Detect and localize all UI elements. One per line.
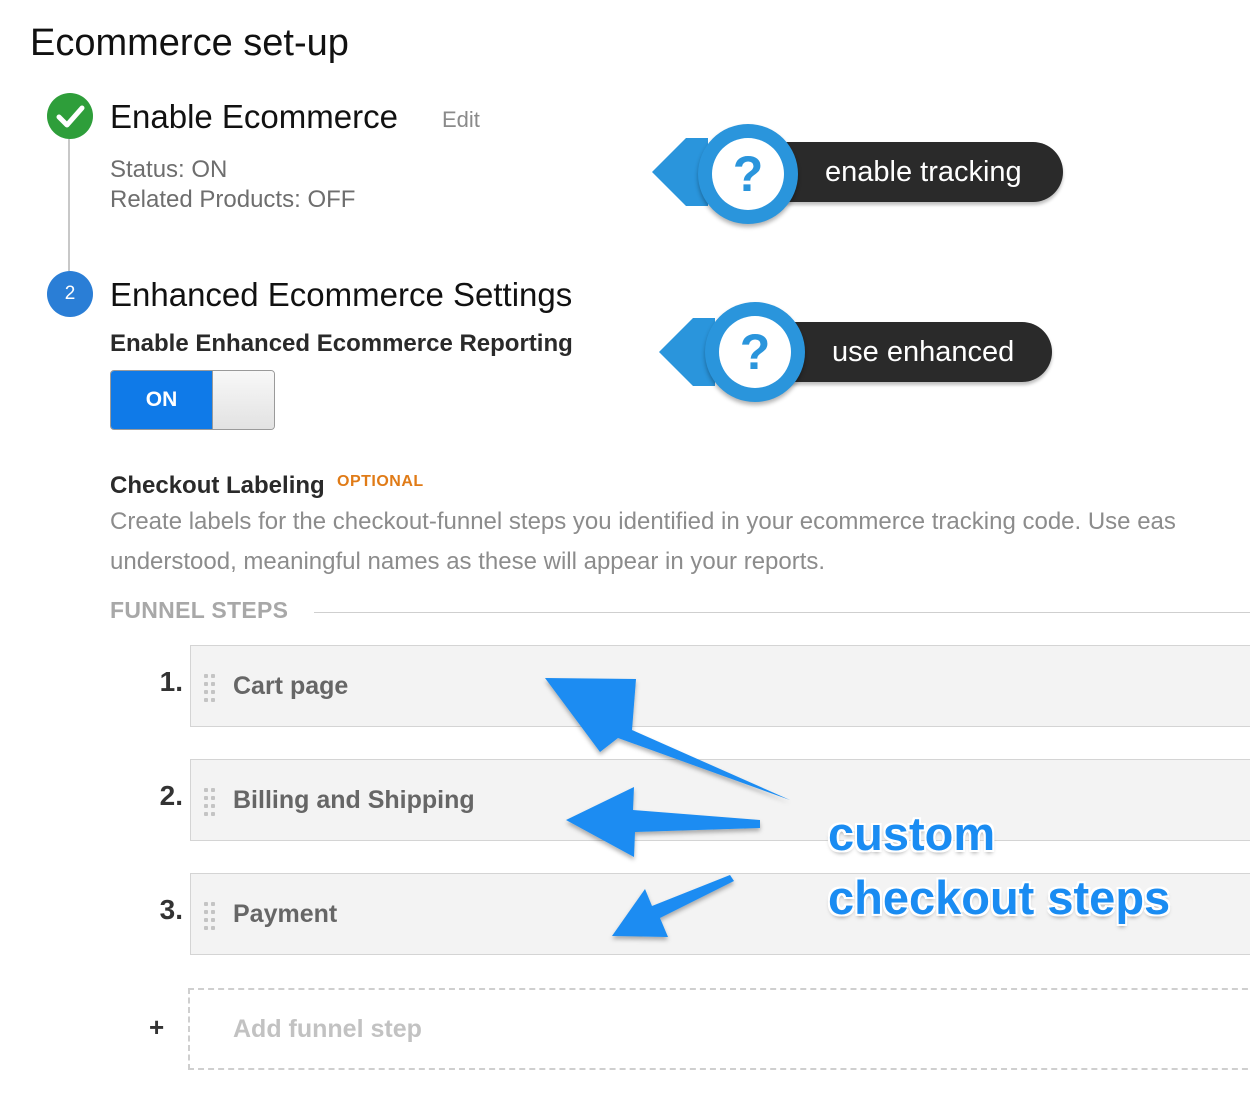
annotation-line1: custom	[828, 807, 996, 860]
arrow-icon	[545, 678, 790, 800]
annotation-arrows	[545, 678, 790, 937]
arrow-icon	[566, 787, 760, 857]
annotation-line2: checkout steps	[828, 871, 1171, 924]
arrow-icon	[612, 875, 734, 937]
